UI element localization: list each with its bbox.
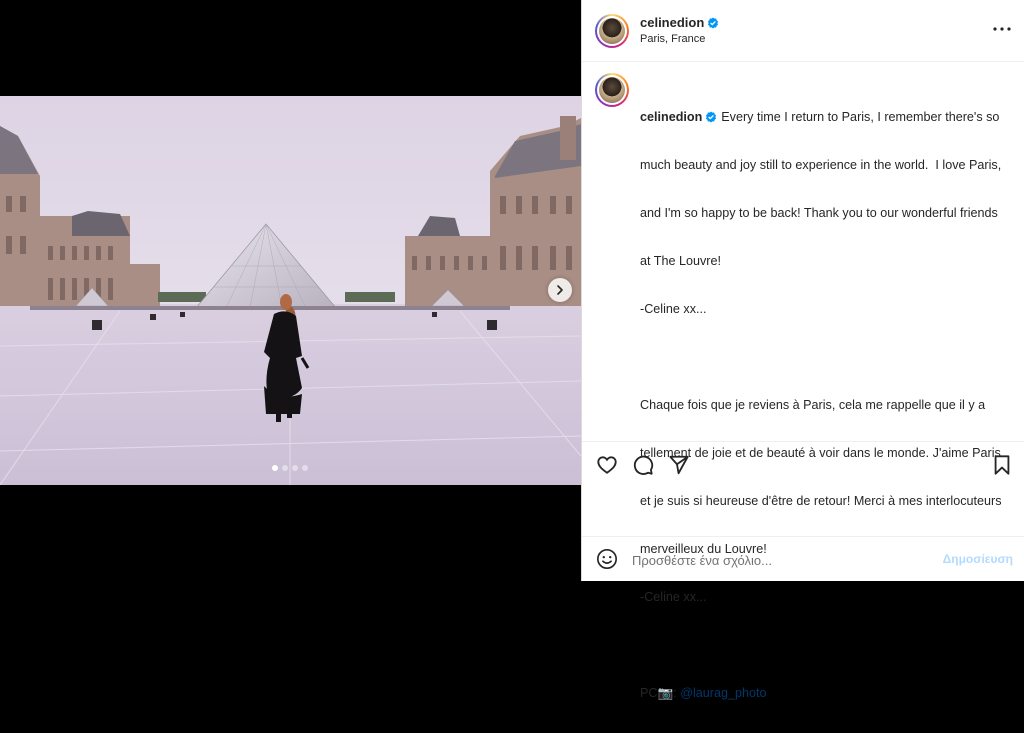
post-caption: celinedion Every time I return to Paris,… — [640, 77, 1010, 733]
smiley-icon — [597, 549, 617, 569]
caption-text: -Celine xx... — [640, 302, 707, 316]
like-button[interactable] — [596, 454, 618, 476]
post-side-panel: celinedion Paris, France celinedion Ever… — [581, 0, 1024, 700]
more-dots-icon — [993, 27, 1011, 31]
caption-text: et je suis si heureuse d'être de retour!… — [640, 494, 1002, 508]
caption-text: Every time I return to Paris, I remember… — [721, 110, 1000, 124]
location-link[interactable]: Paris, France — [640, 33, 705, 45]
post-header: celinedion Paris, France — [582, 0, 1024, 62]
paper-plane-icon — [669, 455, 689, 475]
caption-text: -Celine xx... — [640, 590, 707, 604]
comment-button[interactable] — [632, 454, 654, 476]
more-options-button[interactable] — [993, 20, 1011, 38]
post-comment-button[interactable]: Δημοσίευση — [943, 552, 1013, 566]
carousel-dot — [282, 465, 288, 471]
mention-link[interactable]: @laurag_photo — [680, 686, 766, 700]
carousel-dot — [272, 465, 278, 471]
caption-area: celinedion Every time I return to Paris,… — [582, 62, 1024, 700]
comment-icon — [633, 455, 654, 475]
emoji-button[interactable] — [596, 548, 618, 570]
profile-picture — [599, 18, 625, 44]
credit-prefix: PC📷: — [640, 686, 681, 700]
caption-username-text[interactable]: celinedion — [640, 110, 702, 124]
username-text[interactable]: celinedion — [640, 15, 704, 30]
caption-text: much beauty and joy still to experience … — [640, 158, 1002, 172]
share-button[interactable] — [668, 454, 690, 476]
caption-text: at The Louvre! — [640, 254, 721, 268]
caption-text: and I'm so happy to be back! Thank you t… — [640, 206, 998, 220]
caption-text: Chaque fois que je reviens à Paris, cela… — [640, 398, 986, 412]
bookmark-icon — [994, 455, 1010, 475]
action-bar — [582, 441, 1024, 487]
caption-avatar[interactable] — [595, 73, 629, 107]
carousel-next-button[interactable] — [548, 278, 572, 302]
carousel-dot — [302, 465, 308, 471]
verified-badge-icon — [706, 111, 717, 123]
carousel-dot — [292, 465, 298, 471]
carousel-indicator — [272, 465, 308, 471]
caption-line: celinedion Every time I return to Paris,… — [640, 109, 1010, 125]
profile-picture — [599, 77, 625, 103]
louvre-photo — [0, 96, 581, 485]
post-media — [0, 0, 581, 581]
chevron-right-icon — [557, 285, 563, 295]
heart-icon — [597, 456, 617, 474]
avatar[interactable] — [595, 14, 629, 48]
photo-credit: PC📷: @laurag_photo — [640, 685, 1010, 701]
post-photo[interactable] — [0, 96, 581, 485]
header-username[interactable]: celinedion — [640, 15, 719, 30]
caption-username[interactable]: celinedion — [640, 110, 717, 124]
save-button[interactable] — [991, 454, 1013, 476]
verified-badge-icon — [708, 17, 719, 29]
instagram-post: celinedion Paris, France celinedion Ever… — [0, 0, 1024, 700]
comment-bar: Δημοσίευση — [582, 536, 1024, 581]
comment-input[interactable] — [632, 550, 932, 570]
